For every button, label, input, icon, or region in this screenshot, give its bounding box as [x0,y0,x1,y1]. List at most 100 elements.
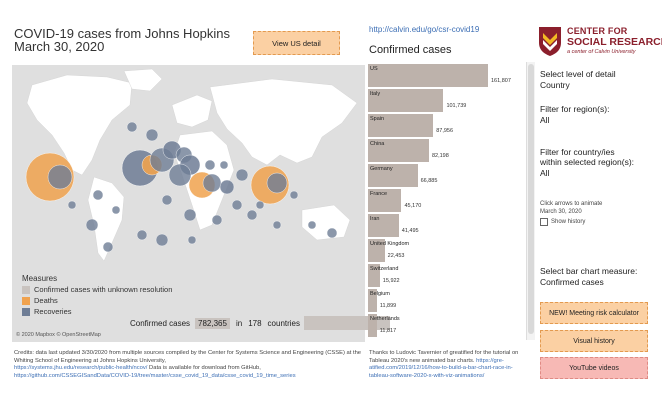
show-history-label: Show history [551,219,586,225]
bar-category-label: Spain [370,116,385,122]
bar-row[interactable]: Spain 87,956 [366,114,524,137]
legend-item-recoveries[interactable]: Recoveries [22,307,72,316]
bar-value-label: 161,807 [491,78,511,84]
map-bubble[interactable] [246,209,258,221]
map-bubble[interactable] [255,200,265,210]
map-bubble[interactable] [202,173,222,193]
bar-value-label: 101,739 [446,103,467,109]
map-bubble[interactable] [155,233,169,247]
logo-line1: CENTER FOR [567,26,628,36]
map-bubble[interactable] [126,121,138,133]
bar-value-label: 22,453 [387,253,405,259]
credits-body: Credits: data last updated 3/30/2020 fro… [14,350,362,364]
bar-row[interactable]: Italy 101,739 [366,89,524,112]
bar[interactable] [368,64,488,87]
bar-value-label: 66,885 [420,178,438,184]
visual-history-button[interactable]: Visual history [540,330,648,352]
map-bubble[interactable] [219,160,229,170]
bar-row[interactable]: China 82,198 [366,139,524,162]
world-map[interactable] [12,65,365,342]
map-bubble[interactable] [168,163,192,187]
page-date: March 30, 2020 [14,39,105,54]
bar-chart-heading: Confirmed cases [369,44,452,56]
bar-category-label: Iran [370,216,380,222]
bar-value-label: 11,817 [379,328,397,334]
show-history-checkbox[interactable]: Show history [540,218,585,226]
region-filter-label: Filter for region(s): [540,104,610,114]
map-bubble[interactable] [235,168,249,182]
credits-mid: Data is available for download from GitH… [149,365,261,371]
bar-row[interactable]: Switzerland 15,922 [366,264,524,287]
bar-row[interactable]: Belgium 11,899 [366,289,524,312]
map-bubble[interactable] [67,200,77,210]
map-bubble[interactable] [102,241,114,253]
credits-link-jhu[interactable]: https://systems.jhu.edu/research/public-… [14,365,147,371]
bar-category-label: United Kingdom [370,241,410,247]
country-filter-label2: within selected region(s): [540,157,635,167]
map-bubble[interactable] [272,220,282,230]
legend-swatch-deaths [22,296,30,305]
level-of-detail-label: Select level of detail [540,69,616,79]
country-filter-select[interactable]: All [540,168,549,178]
map-bubble[interactable] [289,190,299,200]
map-bubble[interactable] [326,227,338,239]
map-bubble[interactable] [85,218,99,232]
csr-shield-icon [539,27,561,56]
bar-row[interactable]: United Kingdom 22,453 [366,239,524,262]
map-bubble[interactable] [92,189,104,201]
map-bubble[interactable] [266,172,288,194]
map-bubble[interactable] [231,199,243,211]
bar-value-label: 45,170 [404,203,422,209]
map-bubble[interactable] [204,159,216,171]
legend-label-recoveries: Recoveries [34,307,72,316]
youtube-videos-button[interactable]: YouTube videos [540,357,648,379]
bar-row[interactable]: Iran 41,495 [366,214,524,237]
source-link[interactable]: http://calvin.edu/go/csr-covid19 [369,25,479,34]
legend-label-unknown: Confirmed cases with unknown resolution [34,285,173,294]
map-bubble[interactable] [111,205,121,215]
bar-row[interactable]: Netherlands 11,817 [366,314,524,337]
bar-category-label: France [370,191,388,197]
bar-row[interactable]: Germany 66,885 [366,164,524,187]
map-attribution[interactable]: © 2020 Mapbox © OpenStreetMap [16,332,101,338]
bar-measure-label: Select bar chart measure: [540,266,638,276]
map-bubble[interactable] [161,194,173,206]
bar-value-label: 11,899 [379,303,397,309]
checkbox-box[interactable] [540,218,548,226]
bar-value-label: 15,922 [382,278,400,284]
map-bubble[interactable] [219,179,235,195]
map-bubble[interactable] [187,235,197,245]
bar-row[interactable]: US 161,807 [366,64,524,87]
bar-value-label: 87,956 [436,128,454,134]
map-bubble[interactable] [145,128,159,142]
risk-calculator-button[interactable]: NEW! Meeting risk calculator [540,302,648,324]
level-of-detail-select[interactable]: Country [540,80,570,90]
totals-count: 178 [248,318,262,328]
map-bubble[interactable] [136,229,148,241]
map-bubble[interactable] [307,220,317,230]
animate-date-control[interactable]: March 30, 2020 [540,209,582,215]
bar-measure-select[interactable]: Confirmed cases [540,277,604,287]
map-bubble[interactable] [47,164,73,190]
view-us-detail-button[interactable]: View US detail [253,31,340,55]
map-bubble[interactable] [211,214,223,226]
credits-text: Credits: data last updated 3/30/2020 fro… [14,350,364,380]
map-bubble[interactable] [183,208,197,222]
scroll-thumb[interactable] [528,64,534,334]
bar-category-label: Netherlands [370,316,400,322]
totals-value: 782,365 [195,317,230,329]
region-filter-select[interactable]: All [540,115,549,125]
map-canvas [25,68,358,262]
bar-chart-scrollbar[interactable] [527,62,535,340]
legend-item-unknown[interactable]: Confirmed cases with unknown resolution [22,285,172,294]
legend-swatch-recoveries [22,307,30,316]
csr-logo[interactable]: CENTER FOR SOCIAL RESEARCH a center of C… [537,24,662,60]
legend-item-deaths[interactable]: Deaths [22,296,58,305]
logo-line2: SOCIAL RESEARCH [567,36,662,48]
totals-unit: countries [267,318,301,328]
legend-label-deaths: Deaths [34,296,58,305]
bar-row[interactable]: France 45,170 [366,189,524,212]
confirmed-cases-bar-chart[interactable]: US 161,807 Italy 101,739 Spain 87,956 China 82,… [366,62,527,340]
bar-category-label: US [370,66,378,72]
credits-link-github[interactable]: https://github.com/CSSEGISandData/COVID-… [14,373,296,379]
